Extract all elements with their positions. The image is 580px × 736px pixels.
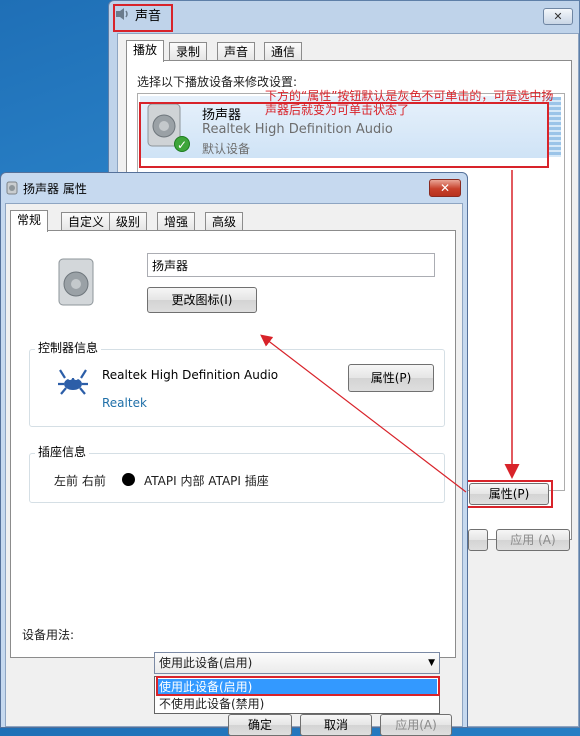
tab-sounds[interactable]: 声音	[217, 42, 256, 62]
speaker-icon	[58, 258, 94, 306]
sound-ok-button-partial[interactable]	[468, 529, 488, 551]
device-name-input[interactable]: 扬声器	[147, 253, 435, 277]
apply-button[interactable]: 应用(A)	[380, 714, 452, 736]
properties-window-title: 扬声器 属性	[23, 182, 87, 196]
jack-info-group: 左前 右前 ATAPI 内部 ATAPI 插座	[29, 453, 445, 503]
option-highlight-box	[156, 676, 440, 696]
controller-vendor-link[interactable]: Realtek	[102, 396, 147, 410]
tab-enhancements[interactable]: 增强	[157, 212, 196, 232]
sound-titlebar[interactable]: 声音 ✕	[109, 1, 579, 33]
jack-position: 左前 右前	[54, 474, 106, 488]
sound-apply-button[interactable]: 应用 (A)	[496, 529, 570, 551]
tab-communications[interactable]: 通信	[264, 42, 303, 62]
controller-info-label: 控制器信息	[35, 339, 102, 356]
usage-option-disable[interactable]: 不使用此设备(禁用)	[157, 696, 437, 712]
realtek-crab-icon	[58, 369, 88, 395]
jack-info-label: 插座信息	[35, 443, 90, 460]
controller-properties-button[interactable]: 属性(P)	[348, 364, 434, 392]
device-usage-select[interactable]: 使用此设备(启用) ▼	[154, 652, 440, 674]
controller-name: Realtek High Definition Audio	[102, 368, 279, 382]
tab-playback[interactable]: 播放	[126, 40, 165, 62]
title-highlight-box	[113, 4, 173, 32]
ok-button[interactable]: 确定	[228, 714, 292, 736]
tab-recording[interactable]: 录制	[169, 42, 208, 62]
properties-close-button[interactable]: ✕	[429, 179, 461, 197]
tab-levels[interactable]: 级别	[109, 212, 148, 232]
chevron-down-icon: ▼	[428, 658, 435, 668]
controller-info-group: Realtek High Definition Audio Realtek 属性…	[29, 349, 445, 427]
properties-tabs: 常规 自定义 级别 增强 高级	[10, 208, 450, 232]
tab-advanced[interactable]: 高级	[205, 212, 244, 232]
device-usage-label: 设备用法:	[22, 628, 75, 642]
change-icon-button[interactable]: 更改图标(I)	[147, 287, 257, 313]
tab-custom[interactable]: 自定义	[61, 212, 112, 232]
annotation-text: 下方的“属性”按钮默认是灰色不可单击的，可是选中扬声器后就变为可单击状态了	[265, 89, 554, 117]
sound-close-button[interactable]: ✕	[543, 8, 573, 25]
general-panel: 扬声器 更改图标(I) Realtek High Definition Audi…	[10, 230, 456, 658]
speaker-properties-window: 扬声器 属性 ✕ 常规 自定义 级别 增强 高级 扬声器 更改图标(I) Rea…	[0, 172, 468, 728]
device-usage-selected: 使用此设备(启用)	[159, 656, 253, 670]
properties-body: 常规 自定义 级别 增强 高级 扬声器 更改图标(I) Realtek High…	[5, 203, 463, 727]
jack-description: ATAPI 内部 ATAPI 插座	[144, 474, 269, 488]
sound-tabs: 播放 录制 声音 通信	[126, 38, 566, 62]
playback-instruction: 选择以下播放设备来修改设置:	[137, 75, 298, 89]
speaker-icon	[6, 181, 18, 195]
sound-properties-button[interactable]: 属性(P)	[469, 483, 549, 505]
tab-general[interactable]: 常规	[10, 210, 49, 232]
jack-color-icon	[122, 473, 135, 486]
cancel-button[interactable]: 取消	[300, 714, 372, 736]
